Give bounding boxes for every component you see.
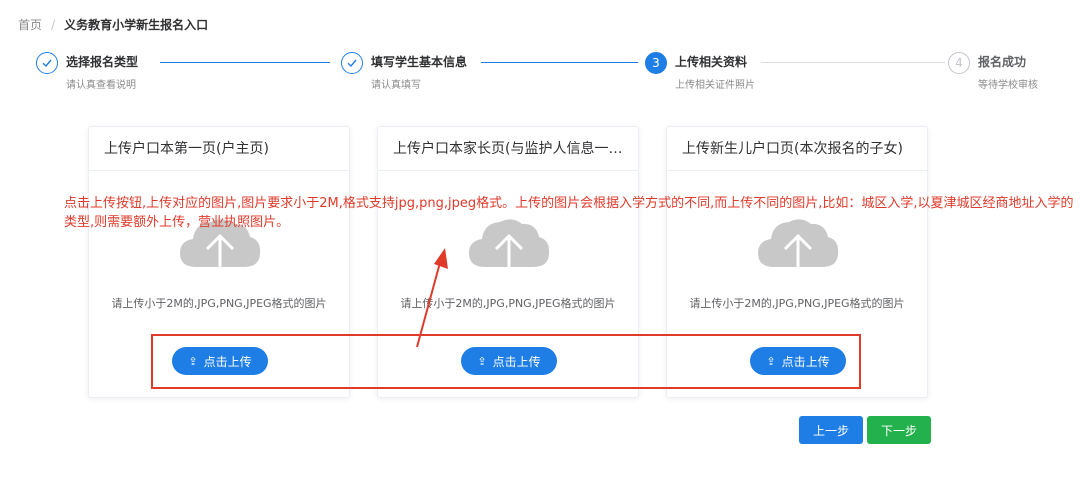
upload-hint: 请上传小于2M的,JPG,PNG,JPEG格式的图片 (111, 297, 327, 310)
card-title: 上传新生儿户口页(本次报名的子女) (667, 127, 927, 171)
previous-step-button[interactable]: 上一步 (799, 416, 863, 444)
step-description: 等待学校审核 (978, 80, 1038, 91)
step-description: 请认真查看说明 (66, 80, 136, 91)
annotation-text: 点击上传按钮,上传对应的图片,图片要求小于2M,格式支持jpg,png,jpeg… (64, 196, 1074, 230)
card-title: 上传户口本第一页(户主页) (89, 127, 349, 171)
step-number-badge: 3 (645, 52, 667, 74)
step-description: 请认真填写 (371, 80, 421, 91)
breadcrumb-home-link[interactable]: 首页 (18, 16, 42, 33)
step-title: 报名成功 (978, 55, 1027, 69)
step-connector (481, 62, 638, 63)
step-title: 填写学生基本信息 (371, 55, 468, 69)
step-description: 上传相关证件照片 (675, 80, 755, 91)
step-title: 上传相关资料 (675, 55, 748, 69)
check-icon (36, 52, 58, 74)
steps-progress: 选择报名类型 请认真查看说明 填写学生基本信息 请认真填写 3 上传相关资料 上… (36, 52, 1046, 92)
card-title: 上传户口本家长页(与监护人信息一… (378, 127, 638, 171)
annotation-arrow-icon (416, 248, 448, 348)
annotation-highlight-box (151, 334, 861, 389)
step-number-badge: 4 (948, 52, 970, 74)
breadcrumb-separator: / (51, 17, 56, 32)
breadcrumb: 首页 / 义务教育小学新生报名入口 (18, 16, 208, 33)
upload-hint: 请上传小于2M的,JPG,PNG,JPEG格式的图片 (689, 297, 905, 310)
step-title: 选择报名类型 (66, 55, 139, 69)
next-step-button[interactable]: 下一步 (867, 416, 931, 444)
check-icon (341, 52, 363, 74)
step-connector (761, 62, 945, 63)
breadcrumb-current: 义务教育小学新生报名入口 (64, 18, 209, 32)
step-connector (160, 62, 330, 63)
